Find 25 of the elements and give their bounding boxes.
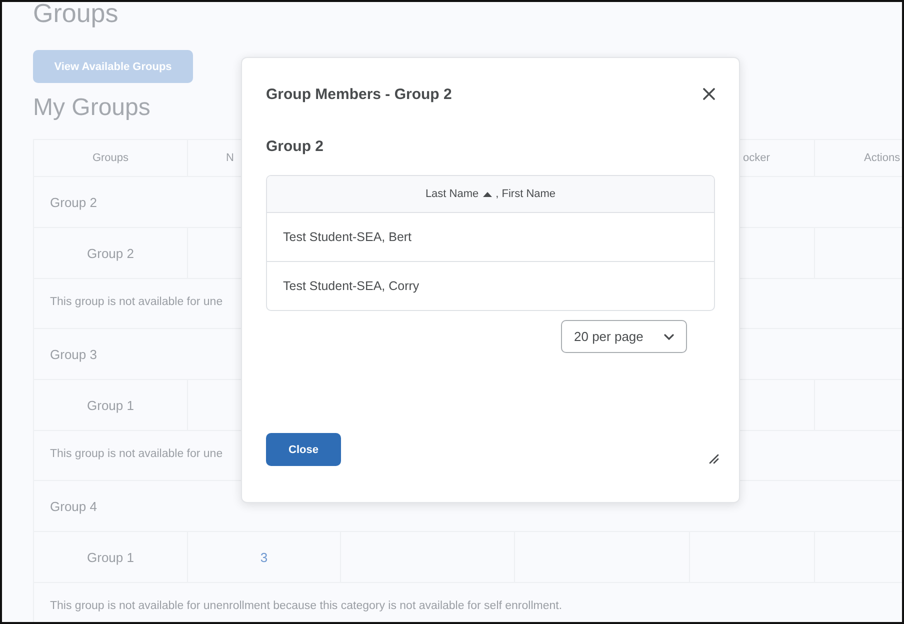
- unenrollment-message: This group is not available for unenrollment because this category is not available for self enrollment.: [50, 600, 562, 612]
- unenrollment-message: This group is not available for une: [50, 296, 223, 308]
- category-name: Group 2: [50, 194, 97, 210]
- group-name: Group 1: [87, 550, 134, 564]
- category-name: Group 4: [50, 498, 97, 514]
- section-heading: My Groups: [33, 93, 150, 123]
- group-heading: Group 2: [266, 138, 325, 155]
- close-button[interactable]: Close: [266, 433, 341, 466]
- column-header: Groups: [92, 152, 129, 164]
- members-count-link[interactable]: 3: [260, 550, 268, 564]
- member-name: Test Student-SEA, Bert: [283, 230, 412, 244]
- close-icon[interactable]: [703, 88, 715, 100]
- chevron-down-icon: [664, 334, 674, 340]
- group-name: Group 1: [87, 398, 134, 412]
- member-name: Test Student-SEA, Corry: [283, 279, 420, 293]
- dialog-title: Group Members - Group 2: [266, 86, 452, 102]
- column-header: N: [226, 152, 234, 164]
- group-name: Group 2: [87, 246, 134, 260]
- page-size-select[interactable]: 20 per page: [561, 320, 687, 353]
- resize-grip-icon[interactable]: [709, 454, 719, 464]
- category-name: Group 3: [50, 346, 97, 362]
- column-header: Actions: [864, 152, 900, 164]
- column-header: ocker: [743, 152, 770, 164]
- unenrollment-message: This group is not available for une: [50, 448, 223, 460]
- sort-column-header[interactable]: Last Name , First Name: [267, 176, 714, 213]
